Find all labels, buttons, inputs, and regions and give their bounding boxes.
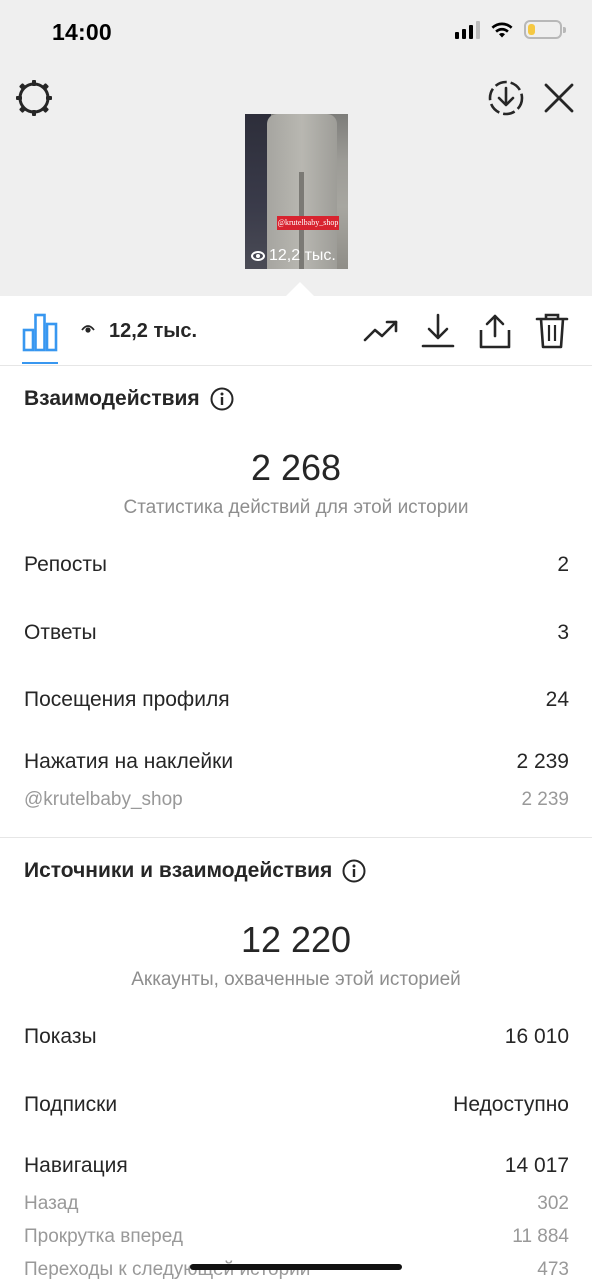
signal-icon bbox=[455, 20, 480, 39]
stat-value: Недоступно bbox=[453, 1093, 569, 1116]
stat-label: Нажатия на наклейки bbox=[24, 750, 234, 773]
stat-value: 24 bbox=[545, 688, 569, 711]
stat-value: 16 010 bbox=[504, 1025, 569, 1048]
stat-value: 3 bbox=[557, 621, 569, 644]
stat-row-sticker-account[interactable]: @krutelbaby_shop 2 239 bbox=[24, 789, 569, 811]
stat-label: Прокрутка вперед bbox=[24, 1226, 183, 1247]
stat-label: Репосты bbox=[24, 553, 108, 576]
wifi-icon bbox=[491, 22, 513, 37]
info-icon[interactable] bbox=[210, 387, 234, 411]
trash-icon[interactable] bbox=[534, 312, 570, 350]
close-icon[interactable] bbox=[539, 78, 579, 118]
interactions-section-title: Взаимодействия bbox=[24, 387, 234, 411]
eye-icon bbox=[81, 325, 95, 333]
stat-label: Подписки bbox=[24, 1093, 118, 1116]
stat-value: 473 bbox=[537, 1259, 569, 1280]
story-thumbnail[interactable]: @krutelbaby_shop 12,2 тыс. bbox=[245, 114, 348, 269]
stat-label: @krutelbaby_shop bbox=[24, 789, 183, 810]
active-tab-indicator bbox=[22, 362, 58, 364]
stat-row-follows: Подписки Недоступно bbox=[24, 1093, 569, 1117]
views-count: 12,2 тыс. bbox=[109, 320, 198, 342]
stat-value: 14 017 bbox=[504, 1154, 569, 1177]
thumbnail-views: 12,2 тыс. bbox=[251, 247, 336, 265]
discovery-total: 12 220 bbox=[240, 919, 352, 960]
status-bar: 14:00 bbox=[0, 0, 592, 66]
stat-label: Назад bbox=[24, 1193, 79, 1214]
discovery-subtitle: Аккаунты, охваченные этой историей bbox=[131, 969, 461, 990]
discovery-title: Источники и взаимодействия bbox=[24, 859, 333, 882]
insights-toolbar: 12,2 тыс. bbox=[0, 296, 592, 366]
stat-label: Навигация bbox=[24, 1154, 128, 1177]
stat-row-back: Назад 302 bbox=[24, 1193, 569, 1215]
stat-value: 2 239 bbox=[516, 750, 569, 773]
stat-row-replies: Ответы 3 bbox=[24, 621, 569, 645]
gear-icon[interactable] bbox=[14, 78, 54, 118]
eye-icon bbox=[251, 251, 265, 261]
thumbnail-sticker: @krutelbaby_shop bbox=[277, 216, 339, 230]
download-icon[interactable] bbox=[420, 312, 456, 350]
discovery-section-title: Источники и взаимодействия bbox=[24, 859, 366, 883]
section-divider bbox=[0, 837, 592, 838]
status-icons bbox=[455, 20, 566, 39]
stat-row-forward: Прокрутка вперед 11 884 bbox=[24, 1226, 569, 1248]
stat-row-profile-visits: Посещения профиля 24 bbox=[24, 688, 569, 712]
stat-value: 2 bbox=[557, 553, 569, 576]
story-preview-area: 14:00 @krutelbaby_shop 12,2 тыс. bbox=[0, 0, 592, 296]
selection-pointer bbox=[286, 282, 314, 296]
stat-value: 11 884 bbox=[512, 1226, 569, 1247]
interactions-subtitle: Статистика действий для этой истории bbox=[123, 497, 469, 518]
stat-row-reposts: Репосты 2 bbox=[24, 553, 569, 577]
share-icon[interactable] bbox=[477, 312, 513, 350]
stat-label: Показы bbox=[24, 1025, 97, 1048]
status-time: 14:00 bbox=[52, 19, 112, 45]
stat-row-sticker-taps: Нажатия на наклейки 2 239 bbox=[24, 750, 569, 774]
interactions-title: Взаимодействия bbox=[24, 387, 200, 410]
thumbnail-views-count: 12,2 тыс. bbox=[269, 247, 336, 264]
download-circle-icon[interactable] bbox=[486, 78, 526, 118]
home-indicator[interactable] bbox=[190, 1264, 402, 1270]
stat-row-impressions: Показы 16 010 bbox=[24, 1025, 569, 1049]
stat-label: Ответы bbox=[24, 621, 97, 644]
stat-label: Посещения профиля bbox=[24, 688, 230, 711]
interactions-total: 2 268 bbox=[250, 447, 342, 488]
trend-icon[interactable] bbox=[362, 312, 400, 350]
bar-chart-icon[interactable] bbox=[20, 312, 60, 352]
stat-row-navigation: Навигация 14 017 bbox=[24, 1154, 569, 1178]
info-icon[interactable] bbox=[342, 859, 366, 883]
stat-value: 302 bbox=[537, 1193, 569, 1214]
battery-icon bbox=[524, 20, 566, 39]
stat-value: 2 239 bbox=[521, 789, 569, 810]
